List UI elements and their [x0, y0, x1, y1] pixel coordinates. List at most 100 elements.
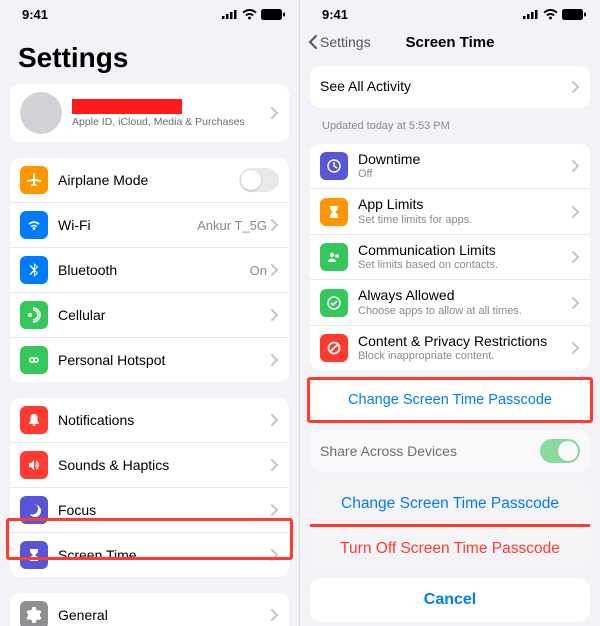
screentime-row[interactable]: Screen Time [10, 532, 289, 577]
chevron-right-icon [271, 459, 279, 471]
updated-footnote: Updated today at 5:53 PM [300, 118, 600, 138]
focus-row[interactable]: Focus [10, 487, 289, 532]
applimits-sub: Set time limits for apps. [358, 214, 572, 226]
action-sheet-options: Change Screen Time Passcode Turn Off Scr… [310, 482, 590, 571]
navbar: Settings Screen Time [300, 24, 600, 60]
sheet-turnoff-option[interactable]: Turn Off Screen Time Passcode [310, 526, 590, 571]
notifications-label: Notifications [58, 412, 271, 428]
always-row[interactable]: Always Allowed Choose apps to allow at al… [310, 279, 590, 324]
notif-group: Notifications Sounds & Haptics Focus Scr… [10, 398, 289, 577]
seeall-row[interactable]: See All Activity [310, 66, 590, 108]
chevron-right-icon [271, 264, 279, 276]
screentime-pane: 9:41 Settings Screen Time See All Activi… [300, 0, 600, 626]
appleid-card[interactable]: Apple ID, iCloud, Media & Purchases [10, 84, 289, 142]
wifi-icon [242, 9, 257, 20]
sheet-change-option[interactable]: Change Screen Time Passcode [310, 482, 590, 526]
chevron-right-icon [572, 251, 580, 263]
battery-icon [562, 9, 586, 20]
cellular-label: Cellular [58, 307, 271, 323]
network-group: Airplane Mode Wi-Fi Ankur T_5G Bluetooth… [10, 158, 289, 382]
always-sub: Choose apps to allow at all times. [358, 305, 572, 317]
chevron-right-icon [271, 107, 279, 119]
appleid-subtitle: Apple ID, iCloud, Media & Purchases [72, 116, 271, 129]
battery-icon [261, 9, 285, 20]
always-title: Always Allowed [358, 288, 572, 303]
chevron-right-icon [572, 342, 580, 354]
back-label: Settings [320, 34, 371, 50]
nav-title: Screen Time [406, 34, 495, 51]
downtime-sub: Off [358, 168, 572, 180]
wifi-row[interactable]: Wi-Fi Ankur T_5G [10, 202, 289, 247]
status-indicators [523, 9, 586, 20]
limits-card: DowntimeOff App LimitsSet time limits fo… [310, 144, 590, 370]
bluetooth-value: On [250, 263, 267, 278]
status-time: 9:41 [322, 7, 348, 22]
share-label: Share Across Devices [320, 444, 540, 459]
avatar [20, 92, 62, 134]
moon-icon [20, 496, 48, 524]
sheet-change-label: Change Screen Time Passcode [341, 495, 559, 512]
airplane-row[interactable]: Airplane Mode [10, 158, 289, 202]
hourglass-icon [20, 541, 48, 569]
commlimits-sub: Set limits based on contacts. [358, 259, 572, 271]
sheet-cancel-button[interactable]: Cancel [310, 578, 590, 622]
wifi-icon [543, 9, 558, 20]
wifi-label: Wi-Fi [58, 217, 197, 233]
sheet-turnoff-label: Turn Off Screen Time Passcode [340, 540, 560, 557]
cellular-row[interactable]: Cellular [10, 292, 289, 337]
general-row[interactable]: General [10, 593, 289, 626]
sounds-label: Sounds & Haptics [58, 457, 271, 473]
bluetooth-row[interactable]: Bluetooth On [10, 247, 289, 292]
page-title: Settings [0, 24, 299, 84]
applimits-icon [320, 198, 348, 226]
downtime-icon [320, 152, 348, 180]
status-indicators [222, 9, 285, 20]
redacted-name [72, 99, 182, 114]
share-row[interactable]: Share Across Devices [310, 430, 590, 472]
status-bar: 9:41 [300, 0, 600, 24]
commlimits-icon [320, 243, 348, 271]
chevron-right-icon [271, 414, 279, 426]
applimits-row[interactable]: App LimitsSet time limits for apps. [310, 188, 590, 233]
general-label: General [58, 607, 271, 623]
notifications-row[interactable]: Notifications [10, 398, 289, 442]
checkmark-icon [320, 289, 348, 317]
status-bar: 9:41 [0, 0, 299, 24]
hotspot-row[interactable]: Personal Hotspot [10, 337, 289, 382]
change-passcode-button[interactable]: Change Screen Time Passcode [310, 380, 590, 420]
share-toggle[interactable] [540, 439, 580, 463]
cellular-icon [20, 301, 48, 329]
bell-icon [20, 406, 48, 434]
sounds-row[interactable]: Sounds & Haptics [10, 442, 289, 487]
chevron-right-icon [271, 354, 279, 366]
cpr-row[interactable]: Content & Privacy RestrictionsBlock inap… [310, 325, 590, 370]
general-group: General Control Center [10, 593, 289, 626]
cpr-title: Content & Privacy Restrictions [358, 334, 572, 349]
back-button[interactable]: Settings [308, 34, 371, 50]
chevron-right-icon [271, 309, 279, 321]
airplane-toggle[interactable] [239, 168, 279, 192]
gear-icon [20, 601, 48, 626]
bluetooth-icon [20, 256, 48, 284]
chevron-right-icon [271, 609, 279, 621]
wifi-value: Ankur T_5G [197, 218, 267, 233]
signal-icon [523, 9, 539, 19]
wifi-row-icon [20, 211, 48, 239]
settings-root-pane: 9:41 Settings Apple ID, iCloud, Media & … [0, 0, 300, 626]
hotspot-label: Personal Hotspot [58, 352, 271, 368]
share-card: Share Across Devices [310, 430, 590, 472]
cpr-sub: Block inappropriate content. [358, 350, 572, 362]
focus-label: Focus [58, 502, 271, 518]
commlimits-row[interactable]: Communication LimitsSet limits based on … [310, 234, 590, 279]
signal-icon [222, 9, 238, 19]
downtime-row[interactable]: DowntimeOff [310, 144, 590, 188]
screentime-label: Screen Time [58, 547, 271, 563]
chevron-right-icon [572, 160, 580, 172]
downtime-title: Downtime [358, 152, 572, 167]
chevron-right-icon [572, 206, 580, 218]
chevron-right-icon [572, 297, 580, 309]
chevron-left-icon [308, 34, 318, 50]
bluetooth-label: Bluetooth [58, 262, 250, 278]
airplane-icon [20, 166, 48, 194]
chevron-right-icon [271, 219, 279, 231]
